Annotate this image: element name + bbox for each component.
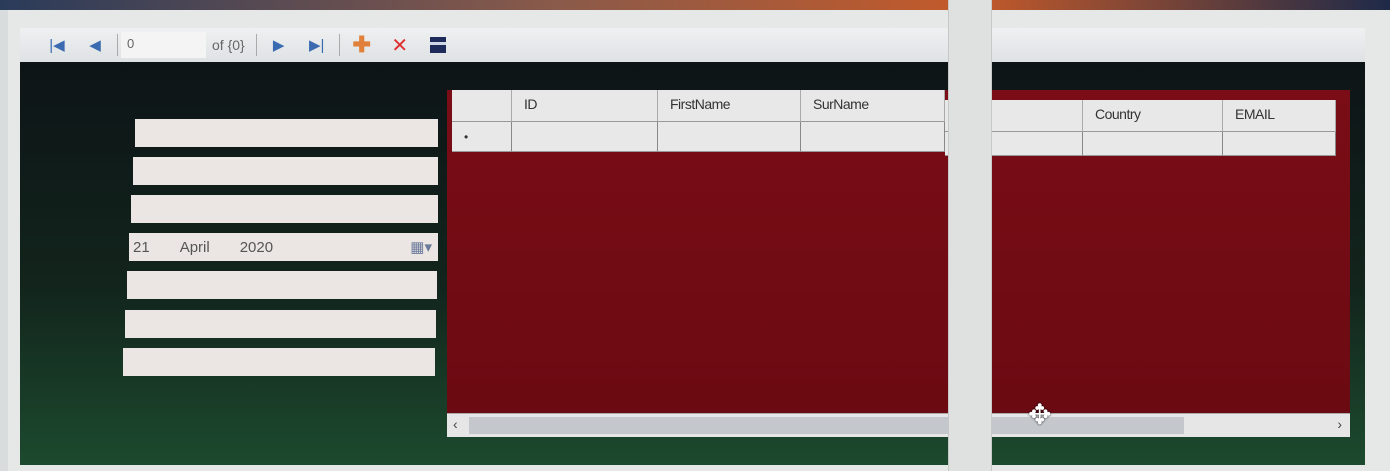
scroll-right-icon[interactable]: › [1337,416,1342,432]
delete-icon[interactable]: ✕ [387,32,413,58]
move-previous-icon[interactable]: ◀ [82,32,108,58]
grid-cell[interactable] [801,122,945,152]
column-header-country[interactable]: Country [1083,100,1223,132]
calendar-dropdown-icon[interactable]: ▦▾ [410,238,432,256]
textbox-7[interactable] [123,348,435,376]
textbox-3[interactable] [131,195,438,223]
date-day: 21 [133,238,150,256]
textbox-1[interactable] [135,119,438,147]
count-label: of {0} [212,37,245,53]
save-icon[interactable] [425,32,451,58]
grid-cell[interactable] [1223,132,1336,156]
date-year: 2020 [239,238,274,256]
separator [255,34,257,56]
row-header-corner [452,90,512,122]
grid-cell[interactable] [512,122,658,152]
column-header-id[interactable]: ID [512,90,658,122]
date-month: April [179,238,210,256]
move-next-icon[interactable]: ▶ [266,32,292,58]
splitter-band [948,0,992,471]
data-grid[interactable]: ID FirstName SurName Country EMAIL • ‹ › [447,90,1350,437]
separator [117,34,118,56]
move-last-icon[interactable]: ▶| [304,32,330,58]
new-row-marker: • [452,122,512,152]
grid-cell[interactable] [1083,132,1223,156]
move-cursor-icon: ✥ [1028,399,1052,430]
textbox-5[interactable] [127,271,437,299]
move-first-icon[interactable]: |◀ [44,32,70,58]
separator [338,34,340,56]
binding-navigator: |◀ ◀ 0 of {0} ▶ ▶| ✚ ✕ [20,28,1365,62]
column-header-surname[interactable]: SurName [801,90,945,122]
add-new-icon[interactable]: ✚ [349,32,375,58]
column-header-email[interactable]: EMAIL [1223,100,1336,132]
position-input[interactable]: 0 [121,32,206,58]
grid-cell[interactable] [658,122,801,152]
textbox-2[interactable] [133,157,438,185]
date-picker[interactable]: 21 April 2020 ▦▾ [129,233,438,261]
horizontal-scrollbar[interactable]: ‹ › [447,413,1350,437]
textbox-6[interactable] [125,310,436,338]
column-header-firstname[interactable]: FirstName [658,90,801,122]
scrollbar-thumb[interactable] [469,417,1184,434]
window-top-strip [0,0,1390,10]
scroll-left-icon[interactable]: ‹ [453,416,458,432]
